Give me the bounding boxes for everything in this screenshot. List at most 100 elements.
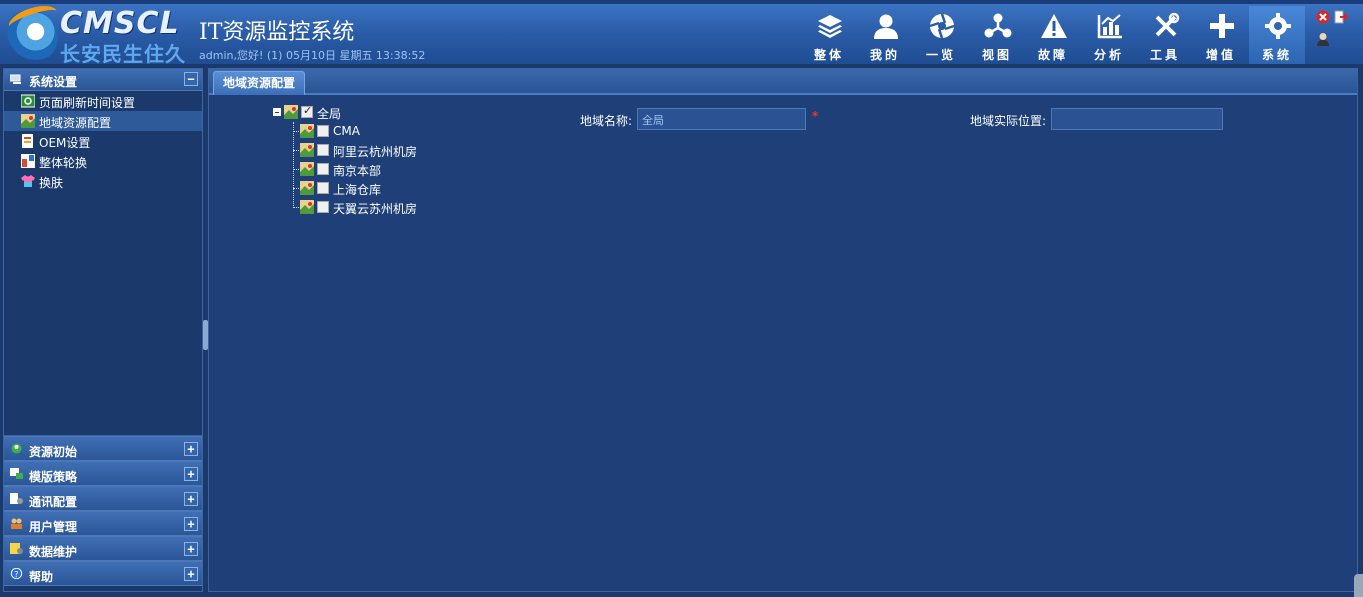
settings-menu: 页面刷新时间设置 地域资源配置 OEM设置 整体轮换 换肤 bbox=[4, 91, 202, 436]
nav-tools[interactable]: 工具 bbox=[1137, 6, 1193, 64]
resource-init-icon bbox=[11, 443, 22, 454]
menu-oem-settings[interactable]: OEM设置 bbox=[4, 131, 202, 151]
nav-label: 我的 bbox=[869, 48, 900, 62]
template-icon bbox=[10, 468, 23, 479]
network-icon bbox=[984, 13, 1012, 38]
nav-analysis[interactable]: 分析 bbox=[1081, 6, 1137, 64]
oem-document-icon bbox=[22, 134, 33, 148]
panel-data-maintenance[interactable]: 数据维护 + bbox=[4, 536, 202, 561]
region-map-icon bbox=[300, 162, 314, 176]
tab-bar: 地域资源配置 bbox=[209, 69, 1357, 95]
aperture-icon bbox=[929, 13, 955, 39]
warning-icon bbox=[1041, 14, 1067, 38]
plus-icon bbox=[1210, 14, 1234, 38]
node-checkbox[interactable] bbox=[317, 182, 329, 194]
root-checkbox[interactable] bbox=[301, 104, 313, 118]
menu-skin[interactable]: 换肤 bbox=[4, 171, 202, 191]
panel-title: 系统设置 bbox=[29, 75, 78, 89]
panel-resource-init[interactable]: 资源初始 + bbox=[4, 436, 202, 461]
help-icon: ? bbox=[10, 568, 23, 579]
node-checkbox[interactable] bbox=[317, 125, 329, 137]
shirt-icon bbox=[21, 175, 35, 187]
region-name-label: 地域名称: bbox=[580, 114, 633, 128]
nav-label: 增值 bbox=[1205, 48, 1236, 62]
menu-refresh-interval[interactable]: 页面刷新时间设置 bbox=[4, 91, 202, 111]
logout-icon[interactable] bbox=[1334, 10, 1348, 24]
region-map-icon bbox=[300, 181, 314, 195]
app-header: CMSCL 长安民生住久 IT资源监控系统 admin,您好! (1) 05月1… bbox=[0, 0, 1363, 66]
user-profile-icon[interactable] bbox=[1316, 32, 1330, 46]
gear-icon bbox=[1265, 13, 1291, 39]
chart-icon bbox=[1097, 14, 1122, 39]
nav-view[interactable]: 视图 bbox=[969, 6, 1025, 64]
panel-comm-config[interactable]: 通讯配置 + bbox=[4, 486, 202, 511]
expand-icon[interactable]: + bbox=[184, 517, 198, 531]
header-actions bbox=[1314, 8, 1359, 48]
nav-label: 系统 bbox=[1261, 48, 1292, 62]
cmscl-logo: CMSCL 长安民生住久 bbox=[2, 0, 197, 66]
expand-icon[interactable]: + bbox=[184, 542, 198, 556]
region-map-icon bbox=[300, 143, 314, 157]
panel-user-management[interactable]: 用户管理 + bbox=[4, 511, 202, 536]
menu-label: 地域资源配置 bbox=[39, 116, 112, 130]
panel-title: 资源初始 bbox=[29, 445, 78, 459]
expand-icon[interactable]: + bbox=[184, 442, 198, 456]
nav-label: 一览 bbox=[925, 48, 956, 62]
node-checkbox[interactable] bbox=[317, 163, 329, 175]
menu-rotation[interactable]: 整体轮换 bbox=[4, 151, 202, 171]
top-nav: 整体 我的 一览 视图 故障 分析 工具 增值 系统 bbox=[801, 6, 1305, 64]
collapsed-panels: 资源初始 + 模版策略 + 通讯配置 + 用户管理 + 数据维护 + ? 帮助 … bbox=[4, 436, 202, 586]
rotation-icon bbox=[21, 154, 35, 168]
nav-label: 整体 bbox=[813, 48, 844, 62]
nav-overall[interactable]: 整体 bbox=[801, 6, 857, 64]
refresh-icon bbox=[21, 94, 35, 108]
node-checkbox[interactable] bbox=[317, 201, 329, 213]
tree-node-label: 上海仓库 bbox=[333, 183, 382, 197]
svg-text:?: ? bbox=[14, 570, 18, 579]
tree-node-label: 阿里云杭州机房 bbox=[333, 145, 418, 159]
location-label: 地域实际位置: bbox=[970, 114, 1047, 128]
location-input[interactable] bbox=[1051, 108, 1223, 130]
user-greeting: admin,您好! (1) 05月10日 星期五 13:38:52 bbox=[199, 49, 426, 62]
panel-system-settings[interactable]: 系统设置 − bbox=[4, 69, 202, 91]
close-app-icon[interactable] bbox=[1316, 10, 1330, 24]
panel-help[interactable]: ? 帮助 + bbox=[4, 561, 202, 586]
panel-title: 用户管理 bbox=[29, 520, 78, 534]
scrollbar-handle[interactable] bbox=[1354, 574, 1363, 597]
tree-node-label: 南京本部 bbox=[333, 164, 382, 178]
menu-label: 整体轮换 bbox=[39, 156, 88, 170]
nav-fault[interactable]: 故障 bbox=[1025, 6, 1081, 64]
menu-label: OEM设置 bbox=[39, 136, 91, 150]
sidebar: 系统设置 − 页面刷新时间设置 地域资源配置 OEM设置 整体轮换 换肤 资源初… bbox=[3, 68, 203, 592]
tree-node-label: CMA bbox=[333, 124, 360, 138]
expand-icon[interactable]: + bbox=[184, 467, 198, 481]
monitor-cart-icon bbox=[10, 74, 21, 84]
menu-label: 页面刷新时间设置 bbox=[39, 96, 136, 110]
expand-icon[interactable]: + bbox=[184, 492, 198, 506]
nav-value-added[interactable]: 增值 bbox=[1193, 6, 1249, 64]
expand-icon[interactable]: + bbox=[184, 567, 198, 581]
collapse-icon[interactable]: − bbox=[184, 72, 198, 86]
panel-title: 帮助 bbox=[29, 570, 54, 584]
user-icon bbox=[874, 14, 898, 39]
tab-region-config[interactable]: 地域资源配置 bbox=[213, 71, 306, 95]
nav-overview[interactable]: 一览 bbox=[913, 6, 969, 64]
node-checkbox[interactable] bbox=[317, 144, 329, 156]
nav-label: 工具 bbox=[1149, 48, 1180, 62]
region-map-icon bbox=[300, 124, 314, 138]
panel-template-policy[interactable]: 模版策略 + bbox=[4, 461, 202, 486]
region-name-input[interactable]: 全局 bbox=[637, 108, 806, 130]
tree-node-label: 全局 bbox=[317, 107, 342, 121]
tree-guide-line bbox=[293, 122, 294, 208]
required-marker: * bbox=[812, 109, 819, 123]
nav-system[interactable]: 系统 bbox=[1249, 6, 1305, 64]
system-title: IT资源监控系统 bbox=[199, 20, 355, 45]
panel-title: 通讯配置 bbox=[29, 495, 78, 509]
region-map-icon bbox=[300, 200, 314, 214]
collapse-node-icon[interactable] bbox=[273, 108, 281, 116]
nav-mine[interactable]: 我的 bbox=[857, 6, 913, 64]
tools-icon bbox=[1155, 12, 1180, 37]
brand-name: CMSCL bbox=[60, 6, 180, 41]
region-map-icon bbox=[21, 114, 35, 128]
menu-region-config[interactable]: 地域资源配置 bbox=[4, 111, 202, 131]
